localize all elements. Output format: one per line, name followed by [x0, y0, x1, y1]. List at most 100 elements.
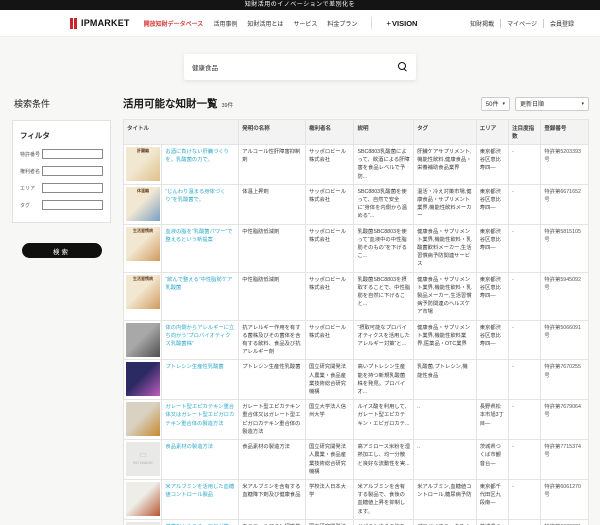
nav-item-use-cases[interactable]: 活用事例: [213, 19, 237, 28]
table-body: 肝臓編 お酒に負けない肝臓づくりを。乳酸菌の力で。 アルコール性肝障害抑制剤 サ…: [122, 144, 589, 525]
link-mypage[interactable]: マイページ: [507, 19, 537, 28]
invention-name-cell: カテコールアミン認識性を指標に選抜した微生物とカテコールアミン含有組成物: [238, 518, 306, 525]
thumbnail-image: NO IMAGE: [126, 442, 160, 477]
tags-cell: プロバイオティクス,シンバイオティクス,ラクトバチルス・プランタルム,ドパミン,…: [413, 518, 477, 525]
attention-index-cell: -: [508, 183, 542, 225]
area-cell: 東京都渋谷区恵比寿四―: [475, 319, 510, 361]
area-cell: 茨城県つくば市観音台―: [475, 439, 510, 480]
site-header: IPMARKET 開放知財データベース 活用事例 知財活用とは サービス 料金プ…: [0, 10, 600, 37]
ip-title-link[interactable]: お酒に負けない肝臓づくりを。乳酸菌の力で。: [165, 148, 235, 164]
ip-title-link[interactable]: 体の内側からアレルギーに立ち向かう“プロバイオティクス乳酸菌株”: [165, 324, 235, 349]
patent-number-field[interactable]: [42, 149, 103, 159]
invention-name-cell: 中性脂肪低減剤: [238, 223, 306, 273]
invention-name-cell: ガレート型エピカテキン重合体又はガレート型エピガロカテキン重合体の製造方法: [238, 399, 306, 441]
attention-index-cell: -: [508, 518, 542, 525]
description-cell: SBC8803乳酸菌によって、飲酒による肝障害を食品レベルで予防...: [353, 144, 415, 185]
area-label: エリア: [20, 185, 36, 192]
nav-item-services[interactable]: サービス: [293, 19, 317, 28]
plus-icon: +: [386, 18, 392, 28]
nav-item-open-ip-database[interactable]: 開放知財データベース: [144, 19, 204, 28]
registration-number-cell: 特許第5815105号: [540, 223, 589, 273]
table-row: NO IMAGE 食品素材の製造方法 食品素材の製造方法 国立研究開発法人農業・…: [122, 439, 589, 480]
invention-name-cell: プトレシン生産性乳酸菌: [238, 359, 306, 401]
area-cell: 東京都渋谷区恵比寿四―: [475, 183, 510, 225]
ipmarket-logo-icon: [70, 17, 78, 29]
table-row: 米アルブミンを活用した血糖値コントロール製品 米アルブミンを含有する血糖降下剤及…: [122, 478, 589, 520]
registration-number-cell: 特許第5066091号: [540, 319, 589, 361]
description-cell: ルイス酸を利用して、ガレート型エピカテキン・エピガロカテ...: [353, 399, 415, 441]
ip-title-link[interactable]: “じんわり温まる身体づくり”を乳酸菌で。: [165, 188, 235, 204]
filter-box: フィルタ 特許番号 権利者名 エリア タグ: [12, 120, 111, 223]
result-count: 39件: [221, 103, 234, 109]
rights-holder-cell: サッポロビール株式会社: [304, 223, 355, 273]
search-button[interactable]: 検索: [21, 243, 102, 258]
thumbnail-image: [126, 322, 160, 357]
description-cell: 高いプトレシン生産能を持つ新規乳酸菌株を発見。プロバイオ...: [353, 359, 415, 401]
area-cell: 東京都渋谷区恵比寿四―: [475, 271, 510, 321]
link-signup[interactable]: 会員登録: [550, 19, 574, 28]
ip-title-link[interactable]: 米アルブミンを活用した血糖値コントロール製品: [165, 483, 235, 499]
col-area: エリア: [475, 119, 510, 145]
announcement-bar: 知財活用のイノベーションで差別化を: [0, 0, 600, 10]
invention-name-cell: 体温上昇剤: [238, 183, 306, 225]
ip-title-link[interactable]: プトレシン生産性乳酸菌: [165, 363, 235, 371]
thumbnail-image: 体温編: [126, 186, 160, 221]
tags-cell: 健康食品・サプリメント業界,機能性飲料・乳製品メーカー,生活習慣病予防関連のヘル…: [413, 271, 477, 321]
registration-number-cell: 特許第6020981号: [540, 518, 589, 525]
col-attention-index: 注目度指数: [508, 119, 542, 145]
table-row: 生活習慣病 血液の脂を“乳酸菌パワー”で整えるという新提案 中性脂肪低減剤 サッ…: [122, 223, 589, 273]
description-cell: SBC8803乳酸菌を使って、自然で安全に“身体を内側から温める”...: [353, 183, 415, 225]
rights-holder-cell: サッポロビール株式会社: [304, 183, 355, 225]
tags-cell: 健康食品・サプリメント業界,機能性飲料・乳酸菌飲料メーカー,生活習慣病予防関連サ…: [413, 223, 477, 273]
table-row: 肝臓編 お酒に負けない肝臓づくりを。乳酸菌の力で。 アルコール性肝障害抑制剤 サ…: [122, 144, 589, 185]
page-size-select[interactable]: 50件 ▾: [480, 96, 510, 111]
nav-item-pricing[interactable]: 料金プラン: [327, 19, 357, 28]
search-conditions-sidebar: 検索条件 フィルタ 特許番号 権利者名 エリア タグ 検索: [12, 94, 111, 262]
thumbnail-image: [126, 481, 160, 516]
search-box: [184, 54, 416, 80]
tags-cell: 米アルブミン,血糖値コントロール,糖尿病予防: [413, 478, 477, 520]
table-row: プトレシン生産性乳酸菌 プトレシン生産性乳酸菌 国立研究開発法人農業・食品産業技…: [122, 359, 589, 401]
description-cell: 乳酸菌SBC8803を使って“血液中の中性脂肪そのもの”を下げるこ...: [353, 223, 415, 273]
rights-holder-cell: 国立研究開発法人農業・食品産業技術総合研究機構: [304, 359, 355, 401]
tag-field[interactable]: [42, 200, 103, 210]
rights-holder-cell: サッポロビール株式会社: [304, 271, 355, 321]
ip-title-link[interactable]: ガレート型エピカテキン重合体又はガレート型エピガロカテキン重合体の製造方法: [165, 403, 235, 428]
rights-holder-field[interactable]: [42, 166, 103, 176]
sort-select[interactable]: 更新日順 ▾: [515, 96, 589, 111]
description-cell: 高アミロース米粉を湿熱加工し、均一分散と良好な流動性を実...: [353, 439, 415, 480]
patent-number-label: 特許番号: [20, 151, 41, 158]
link-post-ip[interactable]: 知財掲載: [470, 19, 494, 28]
ip-title-link[interactable]: 食品素材の製造方法: [165, 443, 235, 451]
search-input[interactable]: [192, 63, 398, 71]
registration-number-cell: 特許第7670255号: [540, 359, 589, 401]
tag-label: タグ: [20, 202, 31, 209]
table-row: NO IMAGE 健康だからこそ、毎日が笑顔。あなたの腸内フレンド、ラクトバチル…: [122, 518, 589, 525]
ipmarket-logo[interactable]: IPMARKET: [70, 17, 130, 29]
invention-name-cell: 抗アレルギー作用を有する菌株及びその菌体を含有する飲料、食品及び抗アレルギー剤: [238, 319, 306, 361]
tags-cell: 健康食品・サプリメント業界,機能性飲料業界,医薬品・OTC業界: [413, 319, 477, 361]
attention-index-cell: -: [508, 478, 542, 520]
ip-title-link[interactable]: 血液の脂を“乳酸菌パワー”で整えるという新提案: [165, 228, 235, 244]
thumbnail-image: 生活習慣病: [126, 226, 160, 261]
registration-number-cell: 特許第5203393号: [540, 144, 589, 185]
attention-index-cell: -: [508, 271, 542, 321]
thumbnail-image: [126, 402, 160, 437]
vision-logo[interactable]: + VISION: [386, 19, 417, 28]
attention-index-cell: -: [508, 144, 542, 185]
nav-item-about-ip-use[interactable]: 知財活用とは: [247, 19, 283, 28]
header-links: 知財掲載 マイページ 会員登録: [470, 18, 574, 28]
invention-name-cell: 中性脂肪低減剤: [238, 271, 306, 321]
sidebar-title: 検索条件: [14, 99, 51, 109]
nav-divider: [371, 17, 373, 29]
registration-number-cell: 特許第5945092号: [540, 271, 589, 321]
search-icon[interactable]: [398, 62, 408, 72]
registration-number-cell: 特許第6671652号: [540, 183, 589, 225]
area-field[interactable]: [42, 183, 103, 193]
attention-index-cell: -: [508, 223, 542, 273]
col-description: 説明: [353, 119, 415, 145]
rights-holder-cell: 国立研究開発法人農業・食品産業技術総合研究機構: [304, 439, 355, 480]
ip-title-link[interactable]: “飲んで整える”中性脂肪ケア乳酸菌: [165, 276, 235, 292]
thumbnail-image: [126, 362, 160, 397]
registration-number-cell: 特許第7679064号: [540, 399, 589, 441]
